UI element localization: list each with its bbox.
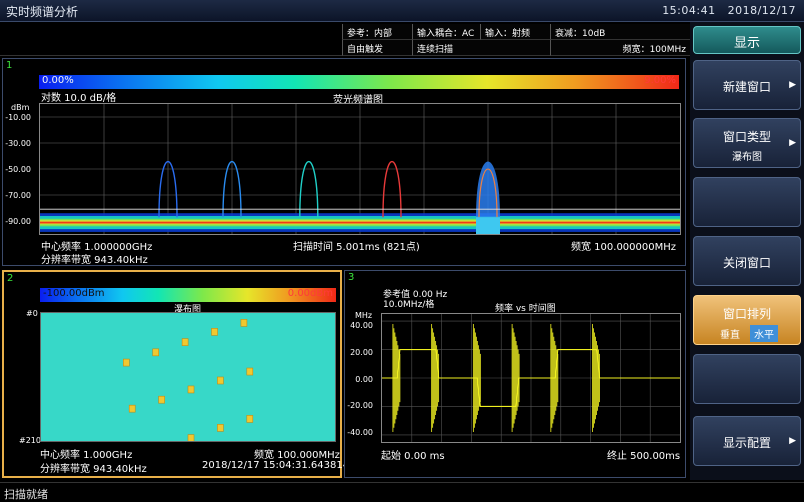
scale-min: 0.00% [42, 75, 74, 86]
waterfall-burst [123, 358, 130, 367]
y-tick: 20.00 [350, 348, 373, 357]
param-span[interactable]: 频宽：100MHz [550, 40, 690, 56]
y-unit: MHz [355, 311, 373, 320]
y-tick: 0.00 [355, 375, 373, 384]
waterfall-burst [246, 367, 254, 376]
stop-time: 终止 500.00ms [607, 451, 681, 462]
arrange-options: 垂直 水平 [694, 325, 800, 342]
button-label: 新建窗口 [722, 80, 771, 94]
new-window-button[interactable]: 新建窗口 ▶ [693, 60, 801, 110]
clock-date: 2018/12/17 [727, 4, 796, 17]
waterfall-burst [181, 338, 189, 346]
status-text: 扫描就绪 [4, 488, 48, 501]
submenu-arrow-icon: ▶ [789, 436, 796, 446]
freq-time-graph [382, 314, 680, 442]
param-trigger[interactable]: 自由触发 [342, 40, 412, 56]
center-frequency: 中心频率 1.000GHz [40, 450, 133, 461]
y-tick: 40.00 [350, 321, 373, 330]
sweep-time: 扫描时间 5.001ms (821点) [293, 242, 420, 253]
soft-key-menu: 显示 新建窗口 ▶ 窗口类型 瀑布图 ▶ 关闭窗口 窗口排列 垂直 水平 显示配置… [690, 22, 804, 480]
close-window-button[interactable]: 关闭窗口 [693, 236, 801, 286]
signal-peak-base [476, 217, 500, 234]
y-tick: -20.00 [347, 401, 373, 410]
spectrum-floor-band [40, 221, 680, 224]
window-arrange-button[interactable]: 窗口排列 垂直 水平 [693, 295, 801, 345]
waterfall-burst [152, 348, 160, 357]
empty-softkey[interactable] [693, 177, 801, 227]
waterfall-burst [187, 434, 195, 441]
start-time: 起始 0.00 ms [381, 451, 445, 462]
log-scale-label: 对数 10.0 dB/格 [41, 93, 117, 104]
waterfall-burst [240, 319, 248, 327]
y-tick: -10.00 [5, 113, 31, 122]
param-ref[interactable]: 参考：内部 [342, 24, 412, 40]
panel-number: 3 [348, 272, 355, 283]
status-bar: 扫描就绪 [0, 482, 804, 502]
param-atten[interactable]: 衰减：10dB [550, 24, 690, 40]
submenu-arrow-icon: ▶ [789, 80, 796, 90]
freq-time-panel[interactable]: 3 参考值 0.00 Hz 10.0MHz/格 频率 vs 时间图 MHz 40… [344, 270, 686, 478]
waterfall-burst [211, 328, 218, 336]
timestamp: 2018/12/17 15:04:31.643814 [202, 460, 350, 471]
row-bottom-label: #210 [19, 436, 41, 445]
menu-header-display[interactable]: 显示 [693, 26, 801, 54]
y-tick: -90.00 [5, 217, 31, 226]
row-top-label: #0 [26, 309, 38, 318]
waterfall-panel[interactable]: 2 -100.00dBm 0.00dBm 瀑布图 #0 #210 中心频率 1.… [2, 270, 349, 478]
waterfall-graph [123, 319, 254, 441]
y-tick: -70.00 [5, 191, 31, 200]
color-scale-bar: 0.00% 9.00% [39, 75, 679, 89]
button-value: 瀑布图 [732, 152, 762, 163]
span-value: 频宽 100.000000MHz [571, 242, 677, 253]
submenu-arrow-icon: ▶ [789, 138, 796, 148]
arrange-horizontal-option[interactable]: 水平 [750, 325, 778, 342]
clock: 15:04:41 2018/12/17 [662, 4, 796, 17]
scale-max: 0.00dBm [287, 288, 333, 299]
app-title: 实时频谱分析 [6, 5, 79, 19]
scale-min: -100.00dBm [43, 288, 105, 299]
title-bar: 实时频谱分析 15:04:41 2018/12/17 [0, 0, 804, 22]
span-value: 频宽 100.000MHz [254, 450, 340, 461]
spectrum-graph [40, 104, 680, 234]
parameter-bar: 参考：内部 输入耦合：AC 输入：射频 衰减：10dB 自由触发 连续扫描 频宽… [0, 22, 690, 56]
spectrum-panel[interactable]: 1 0.00% 9.00% 对数 10.0 dB/格 荧光频谱图 dBm -10… [2, 58, 686, 266]
waterfall-plot[interactable] [40, 312, 336, 442]
scale-per-div: 10.0MHz/格 [383, 300, 435, 310]
y-tick: -30.00 [5, 139, 31, 148]
waterfall-burst [246, 415, 254, 423]
waterfall-burst [217, 376, 224, 385]
spectrum-plot[interactable] [39, 103, 681, 235]
color-scale-bar: -100.00dBm 0.00dBm [40, 288, 336, 302]
panel-number: 2 [7, 273, 14, 284]
scale-max: 9.00% [644, 75, 676, 86]
waterfall-burst [187, 385, 195, 394]
rbw-value: 分辨率带宽 943.40kHz [41, 255, 148, 266]
button-label: 关闭窗口 [722, 256, 771, 270]
button-label: 窗口类型 [722, 130, 771, 144]
y-tick: -50.00 [5, 165, 31, 174]
param-coupling[interactable]: 输入耦合：AC [412, 24, 480, 40]
y-tick: -40.00 [347, 428, 373, 437]
freq-time-plot[interactable] [381, 313, 681, 443]
param-sweep[interactable]: 连续扫描 [412, 40, 550, 56]
arrange-vertical-option[interactable]: 垂直 [716, 325, 744, 342]
display-config-button[interactable]: 显示配置 ▶ [693, 416, 801, 466]
waterfall-burst [158, 395, 165, 404]
window-type-button[interactable]: 窗口类型 瀑布图 ▶ [693, 118, 801, 168]
button-label: 窗口排列 [722, 307, 771, 321]
empty-softkey[interactable] [693, 354, 801, 404]
panel-number: 1 [6, 60, 13, 71]
rbw-value: 分辨率带宽 943.40kHz [40, 464, 147, 475]
waterfall-burst [217, 424, 224, 432]
y-unit: dBm [11, 103, 30, 112]
button-label: 显示配置 [722, 436, 771, 450]
param-input[interactable]: 输入：射频 [480, 24, 550, 40]
clock-time: 15:04:41 [662, 4, 716, 17]
waterfall-burst [128, 404, 136, 413]
